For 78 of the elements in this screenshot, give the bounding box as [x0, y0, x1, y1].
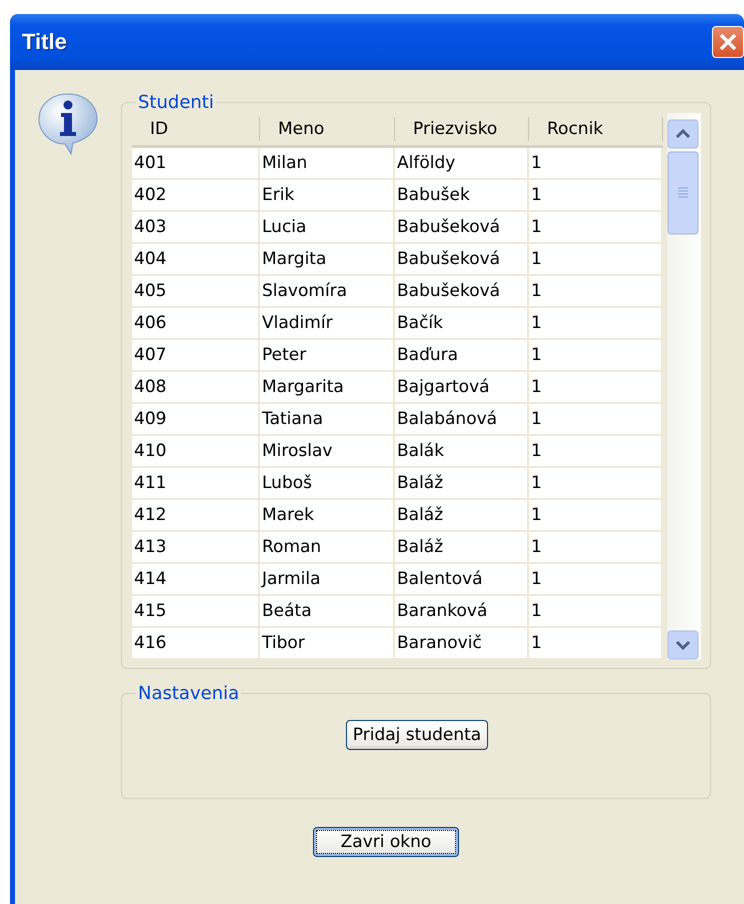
table-cell: Margita: [260, 244, 395, 274]
table-cell: 409: [132, 404, 260, 434]
table-cell: 1: [529, 308, 663, 338]
table-cell: Milan: [260, 148, 395, 178]
table-cell: Roman: [260, 532, 395, 562]
table-cell: 413: [132, 532, 260, 562]
table-cell: Baďura: [395, 340, 529, 370]
table-cell: Bajgartová: [395, 372, 529, 402]
table-cell: 1: [529, 212, 663, 242]
table-cell: 402: [132, 180, 260, 210]
table-cell: Bačík: [395, 308, 529, 338]
table-cell: 1: [529, 468, 663, 498]
table-cell: 1: [529, 276, 663, 306]
table-cell: 415: [132, 596, 260, 626]
table-cell: 1: [529, 372, 663, 402]
scroll-up-icon[interactable]: [667, 119, 699, 149]
table-cell: 406: [132, 308, 260, 338]
table-cell: 1: [529, 628, 663, 658]
table-cell: 412: [132, 500, 260, 530]
group-legend: Nastavenia: [136, 683, 242, 704]
table-cell: 1: [529, 148, 663, 178]
table-cell: Balák: [395, 436, 529, 466]
table-cell: 401: [132, 148, 260, 178]
add-student-button[interactable]: Pridaj studenta: [346, 720, 488, 750]
window-title: Title: [22, 29, 67, 55]
table-cell: Erik: [260, 180, 395, 210]
table-cell: Vladimír: [260, 308, 395, 338]
table-cell: 416: [132, 628, 260, 658]
table-cell: 1: [529, 436, 663, 466]
table-cell: Babušek: [395, 180, 529, 210]
table-cell: 408: [132, 372, 260, 402]
table-cell: Beáta: [260, 596, 395, 626]
table-cell: Baláž: [395, 468, 529, 498]
table-cell: 407: [132, 340, 260, 370]
table-cell: 1: [529, 404, 663, 434]
table-cell: 410: [132, 436, 260, 466]
table-cell: Balentová: [395, 564, 529, 594]
table-cell: Baláž: [395, 500, 529, 530]
table-cell: Balabánová: [395, 404, 529, 434]
table-cell: 1: [529, 564, 663, 594]
table-cell: 1: [529, 180, 663, 210]
close-icon[interactable]: [712, 26, 744, 58]
table-cell: Luboš: [260, 468, 395, 498]
table-cell: 1: [529, 596, 663, 626]
table-cell: 1: [529, 532, 663, 562]
table-cell: Alföldy: [395, 148, 529, 178]
column-header[interactable]: Priezvisko: [395, 117, 529, 141]
table-cell: Tatiana: [260, 404, 395, 434]
table-cell: Baranková: [395, 596, 529, 626]
table-cell: Tibor: [260, 628, 395, 658]
table-cell: Baranovič: [395, 628, 529, 658]
column-header[interactable]: Meno: [260, 117, 395, 141]
table-cell: 404: [132, 244, 260, 274]
close-window-button[interactable]: Zavri okno: [313, 827, 459, 857]
table-cell: 411: [132, 468, 260, 498]
column-header[interactable]: Rocnik: [529, 117, 663, 141]
group-legend: Studenti: [136, 92, 216, 113]
table-cell: Marek: [260, 500, 395, 530]
scrollbar[interactable]: [667, 113, 701, 660]
table-cell: Babušeková: [395, 244, 529, 274]
table-cell: Peter: [260, 340, 395, 370]
table-cell: 414: [132, 564, 260, 594]
table-cell: Baláž: [395, 532, 529, 562]
table-cell: Jarmila: [260, 564, 395, 594]
scroll-thumb[interactable]: [667, 151, 699, 235]
table-cell: Margarita: [260, 372, 395, 402]
column-header[interactable]: ID: [132, 117, 260, 141]
table-cell: 1: [529, 340, 663, 370]
table-cell: Slavomíra: [260, 276, 395, 306]
table-cell: 403: [132, 212, 260, 242]
table-cell: 1: [529, 244, 663, 274]
table-cell: Lucia: [260, 212, 395, 242]
table-cell: 405: [132, 276, 260, 306]
table-cell: Babušeková: [395, 212, 529, 242]
scroll-down-icon[interactable]: [667, 630, 699, 660]
table-cell: Miroslav: [260, 436, 395, 466]
table-cell: 1: [529, 500, 663, 530]
table-cell: Babušeková: [395, 276, 529, 306]
